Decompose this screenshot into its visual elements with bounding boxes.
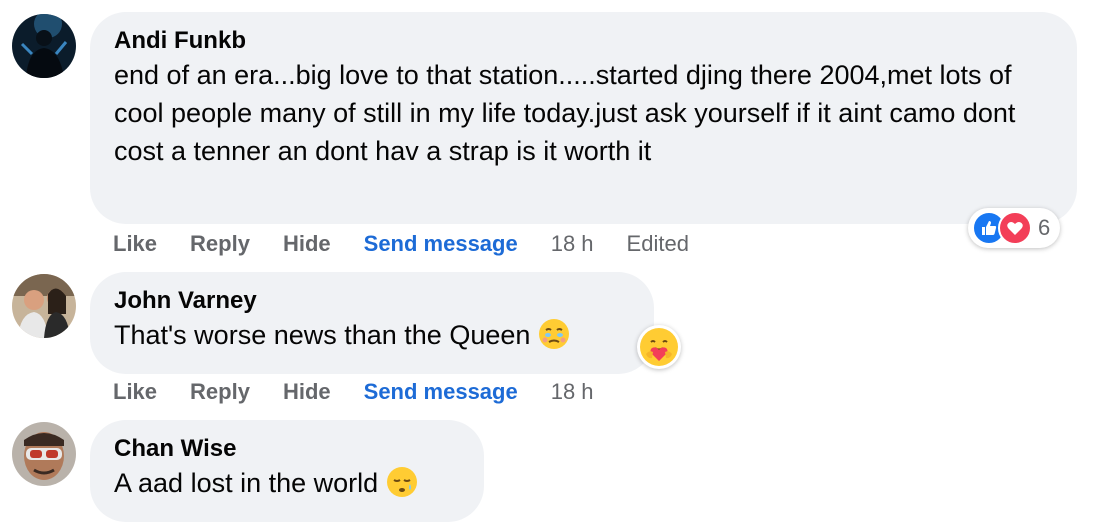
comment-author[interactable]: Chan Wise bbox=[114, 434, 460, 464]
avatar[interactable] bbox=[12, 422, 76, 486]
edited-label[interactable]: Edited bbox=[627, 231, 689, 257]
comment-text-line: That's worse news than the Queen bbox=[114, 316, 630, 354]
timestamp[interactable]: 18 h bbox=[551, 379, 594, 405]
like-link[interactable]: Like bbox=[113, 231, 157, 257]
comment-text: That's worse news than the Queen bbox=[114, 320, 531, 350]
send-message-link[interactable]: Send message bbox=[364, 231, 518, 257]
send-message-link[interactable]: Send message bbox=[364, 379, 518, 405]
holding-back-tears-emoji-icon bbox=[538, 318, 570, 350]
avatar[interactable] bbox=[12, 274, 76, 338]
sleepy-face-emoji-icon bbox=[386, 466, 418, 498]
care-icon bbox=[640, 328, 678, 366]
reaction-summary[interactable] bbox=[637, 325, 681, 369]
reaction-summary[interactable]: 6 bbox=[968, 208, 1061, 248]
comment-bubble: John Varney That's worse news than the Q… bbox=[90, 272, 654, 374]
comment-bubble: Andi Funkb end of an era...big love to t… bbox=[90, 12, 1077, 224]
like-link[interactable]: Like bbox=[113, 379, 157, 405]
reaction-count: 6 bbox=[1038, 215, 1051, 240]
love-icon bbox=[998, 211, 1032, 245]
comment-author[interactable]: Andi Funkb bbox=[114, 26, 1053, 56]
comment-text: A aad lost in the world bbox=[114, 468, 379, 498]
timestamp[interactable]: 18 h bbox=[551, 231, 594, 257]
comment-andi-funkb: Andi Funkb end of an era...big love to t… bbox=[0, 0, 1094, 260]
comment-actions: Like Reply Hide Send message 18 h Edited bbox=[113, 229, 722, 259]
comment-author[interactable]: John Varney bbox=[114, 286, 630, 316]
comment-text: end of an era...big love to that station… bbox=[114, 60, 1016, 166]
comment-text-line: A aad lost in the world bbox=[114, 464, 460, 502]
reply-link[interactable]: Reply bbox=[190, 379, 250, 405]
hide-link[interactable]: Hide bbox=[283, 379, 331, 405]
hide-link[interactable]: Hide bbox=[283, 231, 331, 257]
comment-actions: Like Reply Hide Send message 18 h bbox=[113, 377, 627, 407]
reply-link[interactable]: Reply bbox=[190, 231, 250, 257]
avatar[interactable] bbox=[12, 14, 76, 78]
comment-bubble: Chan Wise A aad lost in the world bbox=[90, 420, 484, 522]
